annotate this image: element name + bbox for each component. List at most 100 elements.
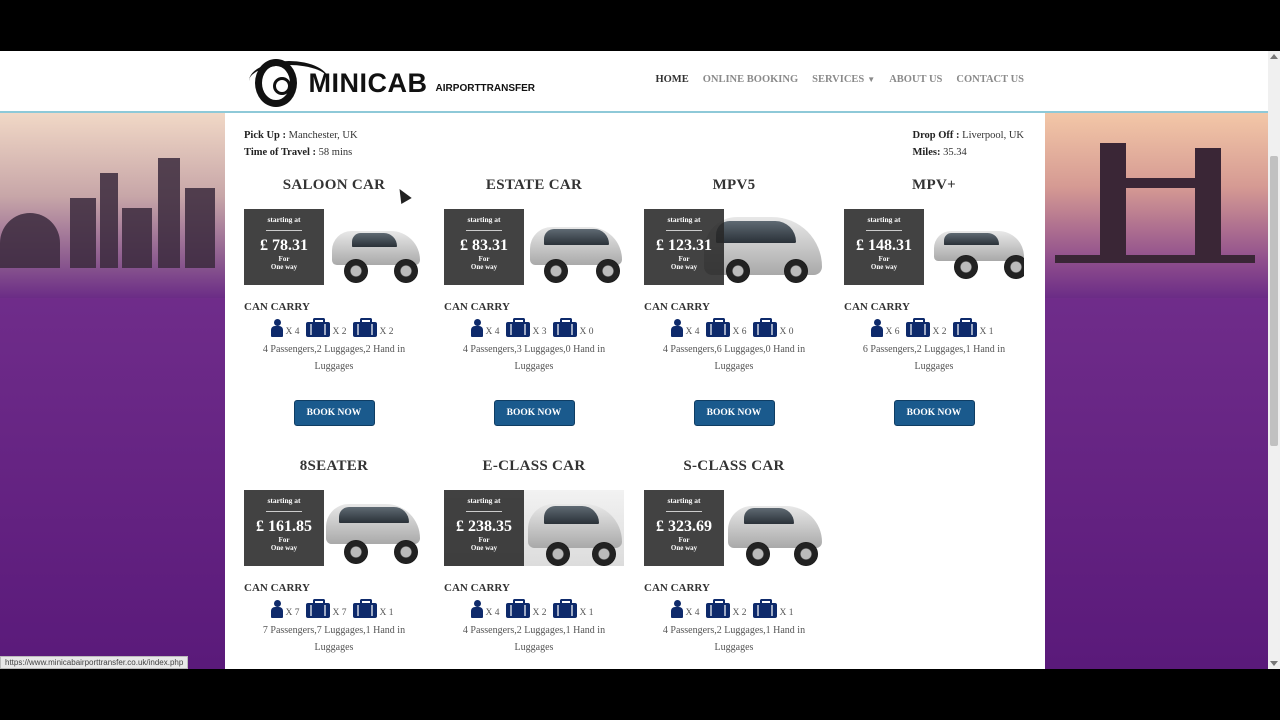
hand-luggage-icon [352,599,377,618]
price-one-way: One way [470,263,498,271]
vehicle-name: ESTATE CAR [485,177,583,193]
passenger-icon [470,600,483,618]
nav-contact-us[interactable]: CONTACT US [956,74,1024,85]
price-one-way: One way [670,263,698,271]
page-scrollbar[interactable] [1268,51,1280,669]
can-carry-label: CAN CARRY [244,582,310,594]
can-carry-label: CAN CARRY [444,301,510,313]
luggage-icon [705,599,730,618]
hand-luggage-count: X 0 [579,327,594,337]
nav-home[interactable]: HOME [655,74,688,85]
trip-info-left: Pick Up : Manchester, UK Time of Travel … [244,127,358,161]
chevron-down-icon: ▼ [867,75,876,84]
book-now-button[interactable]: BOOK NOW [893,400,975,426]
price-value: £ 83.31 [460,237,508,254]
book-now-button[interactable]: BOOK NOW [293,400,375,426]
hand-luggage-icon [752,318,777,337]
price-for: For [278,255,290,263]
vehicle-image: starting at £ 161.85 For One way [244,490,424,566]
price-divider [666,230,702,231]
price-one-way: One way [270,263,298,271]
passenger-count: X 4 [685,608,700,618]
passenger-count: X 4 [685,327,700,337]
luggage-icon [505,599,530,618]
passenger-icon [870,319,883,337]
luggage-icon [905,318,930,337]
can-carry-label: CAN CARRY [244,301,310,313]
luggage-count: X 2 [332,327,347,337]
price-badge: starting at £ 78.31 For One way [244,209,324,285]
vehicle-name: MPV5 [712,177,756,193]
passenger-count: X 6 [885,327,900,337]
trip-info-right: Drop Off : Liverpool, UK Miles: 35.34 [912,127,1024,161]
price-starting-at: starting at [867,215,901,224]
capacity-description: 7 Passengers,7 Luggages,1 Hand in Luggag… [262,625,406,653]
price-divider [466,511,502,512]
price-starting-at: starting at [467,215,501,224]
letterbox-top [0,0,1280,51]
scroll-down-arrow-icon[interactable] [1270,661,1278,666]
price-for: For [478,536,490,544]
price-badge: starting at £ 123.31 For One way [644,209,724,285]
passenger-icon [670,600,683,618]
scroll-thumb[interactable] [1270,156,1278,446]
price-for: For [678,536,690,544]
price-value: £ 148.31 [856,237,912,254]
main-nav: HOME ONLINE BOOKING SERVICES ▼ ABOUT US C… [641,74,1024,85]
miles-value: 35.34 [943,147,967,158]
vehicle-name: MPV+ [912,177,956,193]
passenger-count: X 4 [285,327,300,337]
vehicle-image: starting at £ 123.31 For One way [644,209,824,285]
capacity-icons: X 6 X 2 X 1 [844,318,1024,337]
price-value: £ 161.85 [256,518,312,535]
scroll-up-arrow-icon[interactable] [1270,54,1278,59]
hand-luggage-count: X 1 [779,608,794,618]
luggage-count: X 7 [332,608,347,618]
vehicle-card: E-CLASS CAR starting at £ 238.35 For One… [444,458,624,669]
capacity-icons: X 7 X 7 X 1 [244,599,424,618]
vehicle-card: S-CLASS CAR starting at £ 323.69 For One… [644,458,824,669]
hand-luggage-count: X 0 [779,327,794,337]
vehicle-card: ESTATE CAR starting at £ 83.31 For One w… [444,177,624,426]
price-value: £ 123.31 [656,237,712,254]
book-now-button[interactable]: BOOK NOW [693,400,775,426]
hand-luggage-icon [352,318,377,337]
vehicle-image: starting at £ 148.31 For One way [844,209,1024,285]
logo-subtext: AIRPORTTRANSFER [435,82,535,94]
capacity-icons: X 4 X 6 X 0 [644,318,824,337]
price-badge: starting at £ 323.69 For One way [644,490,724,566]
capacity-icons: X 4 X 2 X 2 [244,318,424,337]
passenger-icon [270,319,283,337]
capacity-description: 6 Passengers,2 Luggages,1 Hand in Luggag… [862,344,1006,372]
vehicle-card: MPV+ starting at £ 148.31 For One way CA… [844,177,1024,426]
nav-services[interactable]: SERVICES ▼ [812,74,875,85]
results-panel: Pick Up : Manchester, UK Time of Travel … [225,113,1045,669]
time-label: Time of Travel : [244,147,317,158]
browser-viewport: MINICAB AIRPORTTRANSFER HOME ONLINE BOOK… [0,51,1268,669]
price-badge: starting at £ 148.31 For One way [844,209,924,285]
vehicle-image: starting at £ 83.31 For One way [444,209,624,285]
book-now-button[interactable]: BOOK NOW [493,400,575,426]
price-badge: starting at £ 238.35 For One way [444,490,524,566]
vehicle-image: starting at £ 78.31 For One way [244,209,424,285]
logo-wheel-icon [255,59,297,107]
price-one-way: One way [470,544,498,552]
luggage-icon [305,318,330,337]
pickup-label: Pick Up : [244,130,286,141]
capacity-icons: X 4 X 2 X 1 [644,599,824,618]
site-logo[interactable]: MINICAB AIRPORTTRANSFER [245,55,535,111]
pickup-value: Manchester, UK [288,130,358,141]
luggage-icon [305,599,330,618]
luggage-count: X 6 [732,327,747,337]
can-carry-label: CAN CARRY [644,301,710,313]
nav-online-booking[interactable]: ONLINE BOOKING [703,74,798,85]
capacity-description: 4 Passengers,2 Luggages,1 Hand in Luggag… [662,625,806,653]
capacity-description: 4 Passengers,6 Luggages,0 Hand in Luggag… [662,344,806,372]
luggage-count: X 2 [532,608,547,618]
price-value: £ 78.31 [260,237,308,254]
hand-luggage-count: X 1 [379,608,394,618]
price-for: For [678,255,690,263]
nav-about-us[interactable]: ABOUT US [889,74,942,85]
hand-luggage-icon [752,599,777,618]
vehicle-card: MPV5 starting at £ 123.31 For One way CA… [644,177,824,426]
